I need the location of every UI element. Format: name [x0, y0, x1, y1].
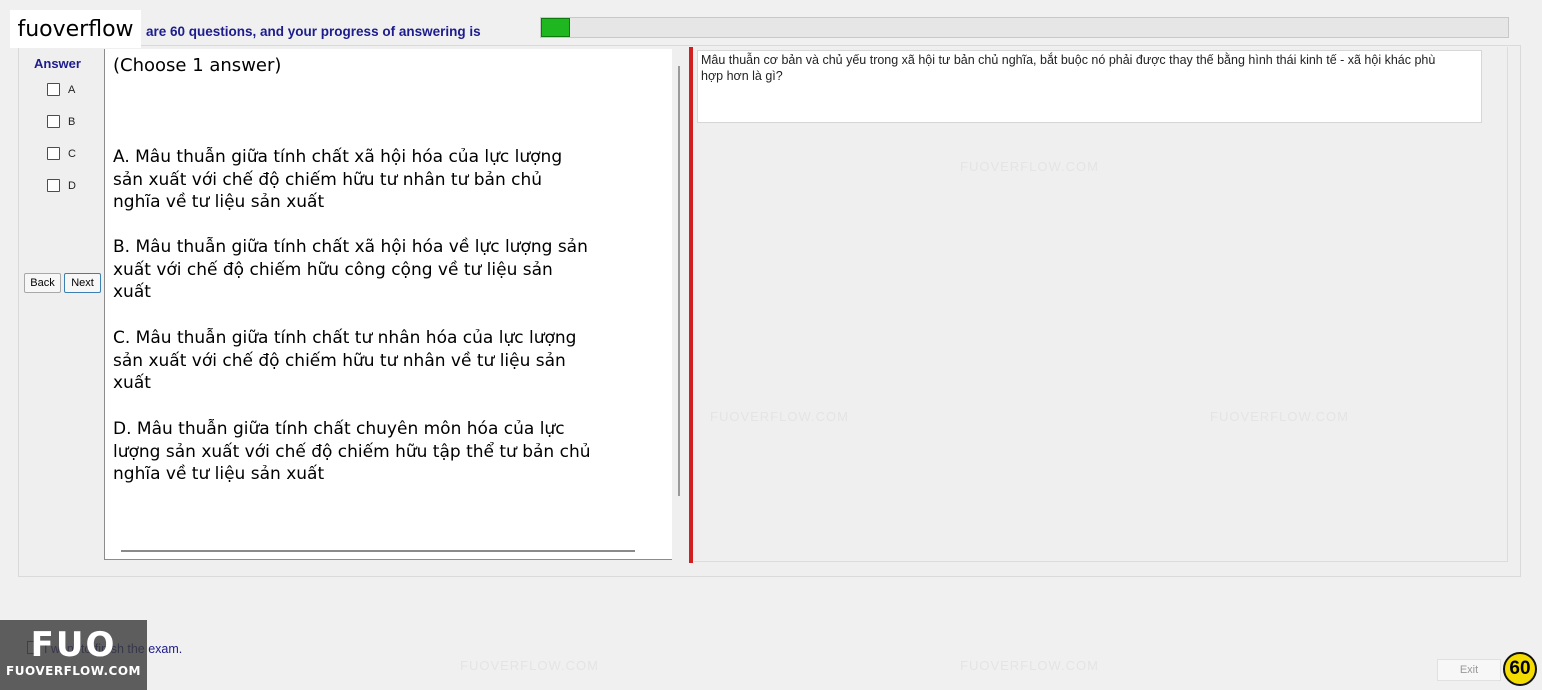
- choose-note: (Choose 1 answer): [113, 55, 282, 76]
- answer-option-label: D: [68, 179, 76, 192]
- question-area: [694, 47, 1508, 562]
- answer-title: Answer: [34, 56, 81, 71]
- watermark: FUOVERFLOW.COM: [460, 658, 599, 673]
- watermark: FUOVERFLOW.COM: [960, 658, 1099, 673]
- option-b-text: B. Mâu thuẫn giữa tính chất xã hội hóa v…: [113, 237, 588, 302]
- checkbox-b[interactable]: [47, 115, 60, 128]
- progress-bar-fill: [541, 18, 570, 37]
- option-d-text: D. Mâu thuẫn giữa tính chất chuyên môn h…: [113, 419, 591, 484]
- answer-option-label: A: [68, 83, 76, 96]
- fuoverflow-logo: FUO FUOVERFLOW.COM: [0, 620, 147, 690]
- question-counter-badge: 60: [1503, 652, 1537, 686]
- back-button[interactable]: Back: [24, 273, 61, 293]
- answer-option-label: C: [68, 147, 76, 160]
- logo-mark: FUO: [30, 625, 117, 665]
- progress-bar: [540, 17, 1509, 38]
- vertical-scrollbar[interactable]: [678, 66, 680, 496]
- checkbox-a[interactable]: [47, 83, 60, 96]
- exit-button[interactable]: Exit: [1437, 659, 1501, 681]
- horizontal-scrollbar[interactable]: [121, 550, 635, 552]
- answer-option-b[interactable]: B: [47, 115, 75, 128]
- watermark: FUOVERFLOW.COM: [1210, 409, 1349, 424]
- question-text: Mâu thuẫn cơ bản và chủ yếu trong xã hội…: [701, 53, 1436, 83]
- option-c-text: C. Mâu thuẫn giữa tính chất tư nhân hóa …: [113, 328, 577, 393]
- answer-option-a[interactable]: A: [47, 83, 75, 96]
- panel-splitter[interactable]: [689, 47, 693, 563]
- brand-label: fuoverflow: [10, 10, 141, 48]
- answer-option-label: B: [68, 115, 76, 128]
- answer-option-d[interactable]: D: [47, 179, 76, 192]
- next-button[interactable]: Next: [64, 273, 101, 293]
- checkbox-c[interactable]: [47, 147, 60, 160]
- watermark: FUOVERFLOW.COM: [960, 159, 1099, 174]
- progress-text: are 60 questions, and your progress of a…: [146, 24, 481, 39]
- checkbox-d[interactable]: [47, 179, 60, 192]
- answer-option-c[interactable]: C: [47, 147, 76, 160]
- option-a-text: A. Mâu thuẫn giữa tính chất xã hội hóa c…: [113, 147, 563, 212]
- watermark: FUOVERFLOW.COM: [710, 409, 849, 424]
- logo-caption: FUOVERFLOW.COM: [6, 664, 141, 678]
